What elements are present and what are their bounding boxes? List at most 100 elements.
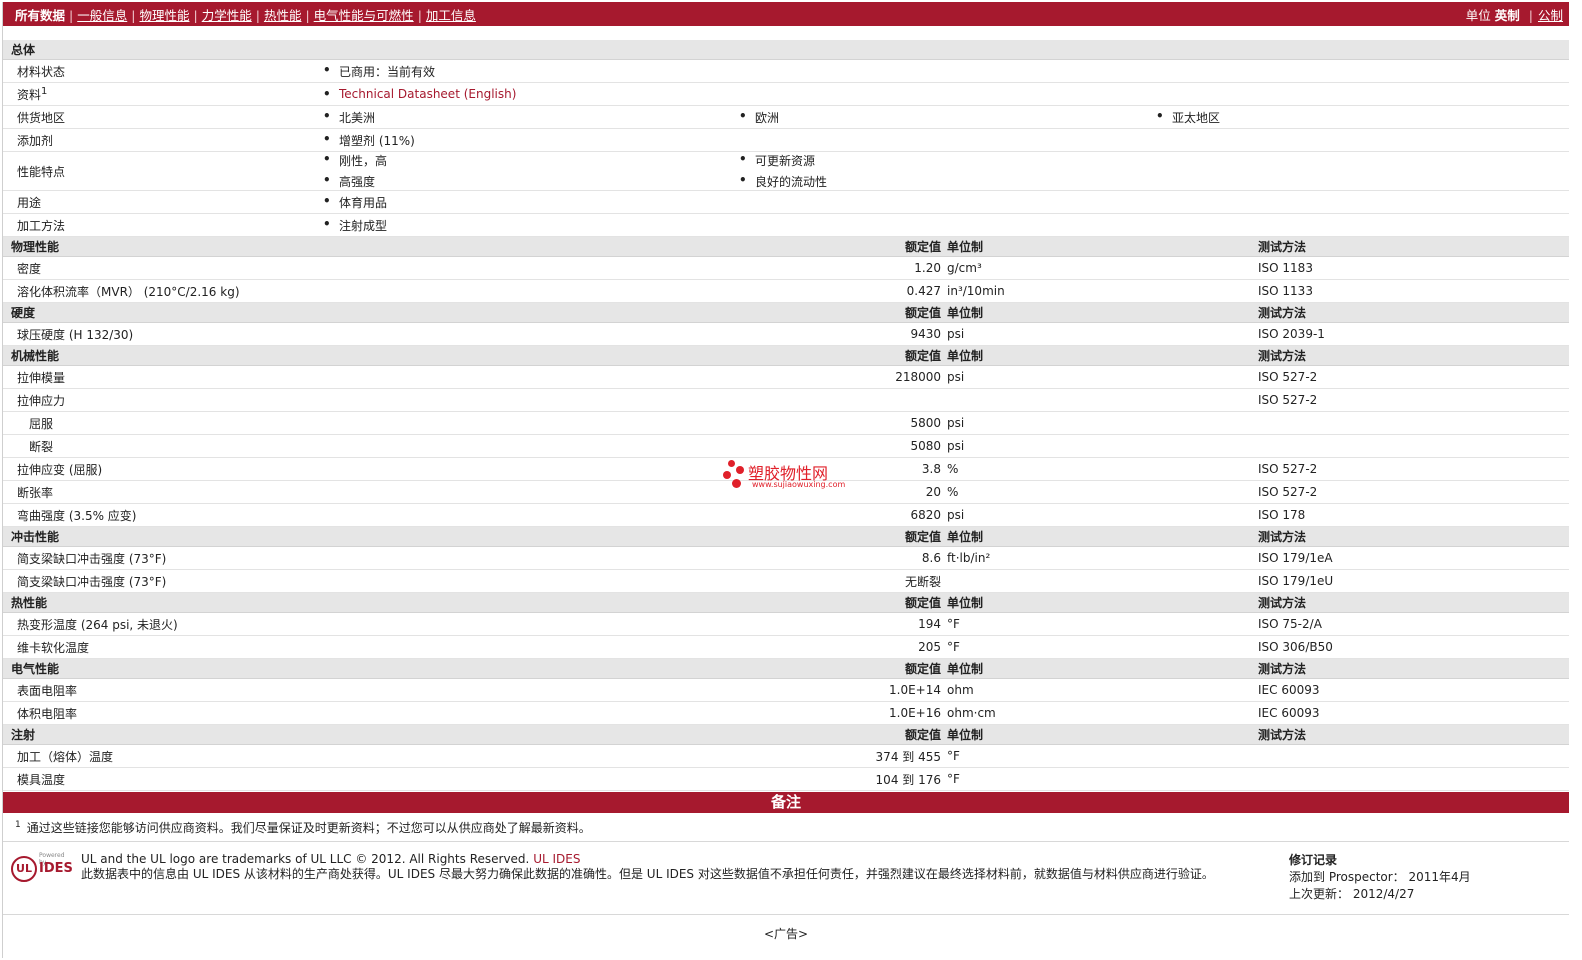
footer: UL Powered by IDES UL and the UL logo ar…	[3, 842, 1569, 915]
watermark-url: www.sujiaowuxing.com	[752, 480, 846, 489]
unit-metric[interactable]: 公制	[1538, 8, 1563, 23]
row-label: 加工方法	[3, 213, 323, 237]
bullet-icon: •	[323, 62, 331, 77]
rated-header: 额定值	[739, 236, 947, 257]
bullet-icon: •	[1156, 108, 1164, 123]
ul-ides-link[interactable]: UL IDES	[533, 852, 580, 866]
row-method	[1258, 434, 1570, 458]
watermark-dot	[732, 479, 741, 488]
row-unit: °F	[947, 612, 1258, 636]
table-row: 供货地区 • 北美洲 • 欧洲 • 亚太地区	[3, 105, 1569, 129]
row-unit: °F	[947, 744, 1258, 768]
section-title: 电气性能	[3, 658, 739, 679]
method-value: 注射成型	[339, 218, 388, 233]
nav-physical[interactable]: 物理性能	[139, 8, 189, 23]
row-method: ISO 178	[1258, 503, 1570, 527]
row-value: 218000	[739, 365, 947, 389]
row-label: 材料状态	[3, 59, 323, 83]
status-value: 已商用：当前有效	[339, 64, 436, 79]
table-row: 热变形温度 (264 psi, 未退火) 194 °F ISO 75-2/A	[3, 612, 1570, 636]
watermark-dot	[723, 471, 731, 479]
footer-legal: UL and the UL logo are trademarks of UL …	[81, 852, 1271, 914]
row-label: 球压硬度 (H 132/30)	[3, 322, 739, 346]
updated-date: 上次更新： 2012/4/27	[1289, 887, 1415, 901]
nav-general[interactable]: 一般信息	[77, 8, 127, 23]
row-value: 0.427	[739, 279, 947, 303]
bullet-icon: •	[323, 152, 331, 166]
feature-item: 良好的流动性	[755, 175, 828, 189]
row-value: • 体育用品	[323, 190, 1570, 214]
row-label: 断张率	[3, 480, 739, 504]
bullet-icon: •	[323, 108, 331, 123]
nav-thermal[interactable]: 热性能	[264, 8, 302, 23]
rated-header: 额定值	[739, 526, 947, 547]
row-label: 断裂	[3, 434, 739, 458]
test-header: 测试方法	[1258, 302, 1570, 323]
table-row: 简支梁缺口冲击强度 (73°F) 8.6 ft·lb/in² ISO 179/1eA	[3, 546, 1570, 570]
revision-history: 修订记录 添加到 Prospector： 2011年4月 上次更新： 2012/…	[1289, 852, 1471, 914]
section-header: 机械性能 额定值 单位制 测试方法	[3, 345, 1570, 366]
row-method: ISO 2039-1	[1258, 322, 1570, 346]
feature-item: 高强度	[339, 175, 376, 189]
footnote-ref: 1	[41, 85, 48, 97]
row-label: 拉伸模量	[3, 365, 739, 389]
trademark-text: UL and the UL logo are trademarks of UL …	[81, 852, 530, 866]
section-title: 机械性能	[3, 345, 739, 366]
row-label: 用途	[3, 190, 323, 214]
notes-body: 1 通过这些链接您能够访问供应商资料。我们尽量保证及时更新资料；不过您可以从供应商…	[3, 813, 1569, 842]
notes-header: 备注	[3, 792, 1569, 813]
row-unit: ft·lb/in²	[947, 546, 1258, 570]
row-label: 维卡软化温度	[3, 635, 739, 659]
table-row: 体积电阻率 1.0E+16 ohm·cm IEC 60093	[3, 701, 1570, 725]
section-title: 硬度	[3, 302, 739, 323]
row-label: 弯曲强度 (3.5% 应变)	[3, 503, 739, 527]
ul-ides-logo: UL Powered by IDES	[9, 852, 73, 884]
bullet-icon: •	[323, 193, 331, 208]
row-method: ISO 306/B50	[1258, 635, 1570, 659]
row-value: 205	[739, 635, 947, 659]
nav-mechanical[interactable]: 力学性能	[202, 8, 252, 23]
nav-sep: |	[193, 7, 198, 23]
row-method: ISO 527-2	[1258, 480, 1570, 504]
unit-header: 单位制	[947, 345, 1258, 366]
nav-sep: |	[417, 7, 422, 23]
row-label: 简支梁缺口冲击强度 (73°F)	[3, 569, 739, 593]
row-label: 加工（熔体）温度	[3, 744, 739, 768]
section-header: 热性能 额定值 单位制 测试方法	[3, 592, 1570, 613]
test-header: 测试方法	[1258, 526, 1570, 547]
watermark-logo: 塑胶物性网 www.sujiaowuxing.com	[722, 458, 862, 494]
row-unit: ohm	[947, 678, 1258, 702]
row-method: ISO 179/1eU	[1258, 569, 1570, 593]
nav-all-data[interactable]: 所有数据	[15, 8, 65, 23]
test-header: 测试方法	[1258, 592, 1570, 613]
nav-processing[interactable]: 加工信息	[426, 8, 476, 23]
row-method: ISO 1183	[1258, 256, 1570, 280]
table-row: 球压硬度 (H 132/30) 9430 psi ISO 2039-1	[3, 322, 1570, 346]
table-row: 用途 • 体育用品	[3, 190, 1570, 214]
datasheet-link[interactable]: Technical Datasheet (English)	[339, 87, 516, 101]
row-unit: %	[947, 457, 1258, 481]
feature-cell: • 刚性，高 • 高强度	[323, 151, 739, 191]
row-label: 屈服	[3, 411, 739, 435]
row-label: 溶化体积流率（MVR） (210°C/2.16 kg)	[3, 279, 739, 303]
row-method	[1258, 767, 1570, 791]
row-method	[1258, 744, 1570, 768]
row-value: 1.0E+14	[739, 678, 947, 702]
row-unit: °F	[947, 635, 1258, 659]
row-label: 模具温度	[3, 767, 739, 791]
unit-english[interactable]: 英制	[1495, 8, 1520, 23]
feature-item: 可更新资源	[755, 154, 816, 168]
section-title: 物理性能	[3, 236, 739, 257]
row-unit: psi	[947, 322, 1258, 346]
nav-sep: |	[1528, 7, 1533, 23]
unit-header: 单位制	[947, 236, 1258, 257]
row-unit: psi	[947, 503, 1258, 527]
test-header: 测试方法	[1258, 724, 1570, 745]
table-row: 材料状态 • 已商用：当前有效	[3, 59, 1570, 83]
additive-value: 增塑剂 (11%)	[339, 133, 415, 148]
nav-electrical[interactable]: 电气性能与可燃性	[314, 8, 414, 23]
unit-switcher: 单位 英制 | 公制	[1466, 5, 1563, 24]
properties-table: 总体 材料状态 • 已商用：当前有效 资料1 • Technical Datashe…	[3, 40, 1570, 791]
units-label: 单位	[1465, 7, 1491, 23]
row-value: 1.20	[739, 256, 947, 280]
